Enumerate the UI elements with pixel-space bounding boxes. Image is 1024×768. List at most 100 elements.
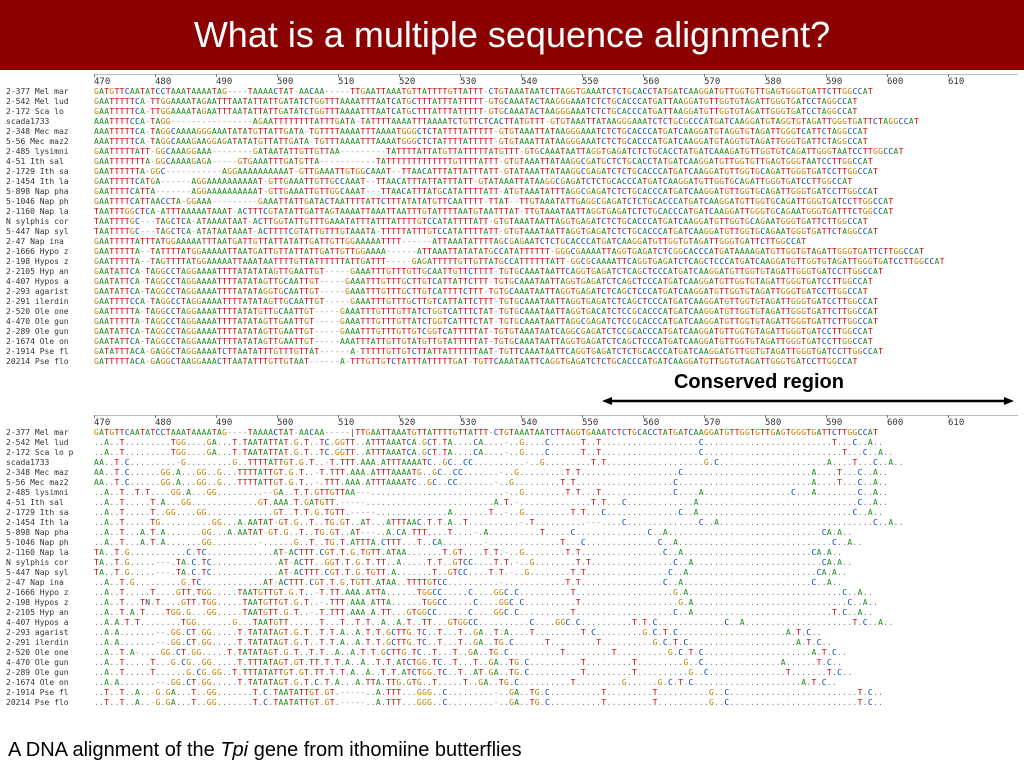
sequence-bases: GATGTTCAATATCCTAAATAAAATAG----TAAAACTAT-… xyxy=(94,87,1018,97)
sequence-row: 2-1674 Ole on..A.A.......--.GG.CT.GG....… xyxy=(6,678,1018,688)
ruler-top-2: 4704804905005105205305405505605705805906… xyxy=(94,415,1018,428)
sequence-row: 2-377 Mel marGATGTTCAATATCCTAAATAAAATAG-… xyxy=(6,428,1018,438)
sequence-row: 2-520 Ole oneGAATTTTTA-TAGGCCTAGGAAAATTT… xyxy=(6,307,1018,317)
sequence-label: 5-56 Mec maz2 xyxy=(6,478,94,488)
ruler-tick: 600 xyxy=(887,418,948,428)
sequence-label: 2-348 Mec maz xyxy=(6,468,94,478)
sequence-row: 2-198 Hypos zGAATTTTTA--TAGTTTTATGGAAAAA… xyxy=(6,257,1018,267)
sequence-label: 5-898 Nap pha xyxy=(6,528,94,538)
sequence-row: 2-1454 Ith la..A..T.....TG..........GG..… xyxy=(6,518,1018,528)
caption-text-suffix: gene from ithomiine butterflies xyxy=(248,739,521,761)
sequence-row: 2-485 lysimniGAATTTTTATT-GGCAAAGGAAA----… xyxy=(6,147,1018,157)
sequence-bases: AAATTTTTCA-TAGGCAAAAGGGAAATATATGTTATTGAT… xyxy=(94,127,1018,137)
sequence-label: 2-172 Sca lo xyxy=(6,107,94,117)
sequence-bases: ..A..T.....T.A...GG.............GT.AAA.T… xyxy=(94,498,1018,508)
sequence-row: N sylphis corTAATTTTGC---TAGCTCA-ATAAAAT… xyxy=(6,217,1018,227)
ruler-tick: 580 xyxy=(765,77,826,87)
ruler-tick: 540 xyxy=(521,418,582,428)
sequence-bases: AA..T.C.........-G.........G..TTTTATTGT.… xyxy=(94,458,1018,468)
sequence-bases: ..A.A.......--.GG.CT.GG.....T.TATATAGT.G… xyxy=(94,628,1018,638)
alignment-panel-1: 4704804905005105205305405505605705805906… xyxy=(0,70,1024,367)
sequence-label: 2-1674 Ole on xyxy=(6,678,94,688)
ruler-tick: 610 xyxy=(948,418,1009,428)
sequence-bases: GAATTTTCATTAACCTA-GGAAA---------GAAATTAT… xyxy=(94,197,1018,207)
sequence-bases: ..A.A.T.T........TGG.......G...TAATGTT..… xyxy=(94,618,1018,628)
sequence-label: 2-289 Ole gun xyxy=(6,327,94,337)
sequence-label: 2-348 Mec maz xyxy=(6,127,94,137)
sequence-bases: ..A.A.......--.GG.CT.GG.....T.TATATAGT.G… xyxy=(94,638,1018,648)
sequence-row: 2-293 agarist..A.A.......--.GG.CT.GG....… xyxy=(6,628,1018,638)
ruler-tick: 550 xyxy=(582,418,643,428)
ruler-top-1: 4704804905005105205305405505605705805906… xyxy=(94,74,1018,87)
sequence-bases: ..A..T.G.........G.TC............AT-ACTT… xyxy=(94,578,1018,588)
title-bar: What is a multiple sequence alignment? xyxy=(0,0,1024,70)
sequence-bases: AA..T.C......GG.A...GG..G...TTTTATTGT.G.… xyxy=(94,478,1018,488)
sequence-label: 2-1666 Hypo z xyxy=(6,247,94,257)
sequence-bases: AAATTTTTCA-TAGGCAAAGAAGGAGATATATGTTATTGA… xyxy=(94,137,1018,147)
sequence-bases: TA..T.G...........C.TC.............AT-AC… xyxy=(94,548,1018,558)
ruler-tick: 500 xyxy=(277,418,338,428)
sequence-bases: TAATTTGGCTCA-ATTTAAAAATAAAT-ACTTTCGTATAT… xyxy=(94,207,1018,217)
conserved-region-label: Conserved region xyxy=(674,371,844,394)
sequence-row: 4-470 Ole gunGAATTTTTA-TAGGCCTAGGAAAATTT… xyxy=(6,317,1018,327)
ruler-tick: 530 xyxy=(460,77,521,87)
sequence-label: 5-56 Mec maz2 xyxy=(6,137,94,147)
sequence-label: scada1733 xyxy=(6,117,94,127)
conserved-region-annotation: Conserved region xyxy=(0,371,1024,411)
sequence-label: 2-47 Nap ina xyxy=(6,578,94,588)
sequence-bases: GAATTTTCCA-TAGGCCTAGGAAAATTTTATATAGTTGCA… xyxy=(94,297,1018,307)
sequence-row: 2-47 Nap ina..A..T.G.........G.TC.......… xyxy=(6,578,1018,588)
sequence-bases: GAATATTCA-TAGGCCTAGGAAAATTTTATATAGGTGCAA… xyxy=(94,287,1018,297)
sequence-bases: GAATTTTTA-TAGGCCTAGGAAAATTTTATATGTTGCAAT… xyxy=(94,307,1018,317)
sequence-row: 2-1914 Pse flGATATTTACA-GAGGCTAGGAAAATCT… xyxy=(6,347,1018,357)
sequence-label: 2-1666 Hypo z xyxy=(6,588,94,598)
sequence-bases: TA..T.G.....---.TA.C.TC.............AT-A… xyxy=(94,568,1018,578)
sequence-row: 2-291 ilerdin..A.A.......--.GG.CT.GG....… xyxy=(6,638,1018,648)
sequence-row: 5-447 Nap sylTAATTTTGC---TAGCTCA-ATATAAT… xyxy=(6,227,1018,237)
sequence-label: 2-1914 Pse fl xyxy=(6,688,94,698)
sequence-bases: TAATTTTGC---TAGCTCA-ATATAATAAAT-ACTTTTCG… xyxy=(94,227,1018,237)
sequence-row: 2-1674 Ole onGAATATTCA-TAGGCCTAGGAAAATTT… xyxy=(6,337,1018,347)
sequence-row: 2-377 Mel marGATGTTCAATATCCTAAATAAAATAG-… xyxy=(6,87,1018,97)
sequence-label: 5-447 Nap syl xyxy=(6,227,94,237)
sequence-bases: GAATTTTTATT-GGCAAAGGAAA--------GATAATATT… xyxy=(94,147,1018,157)
sequence-label: 4-470 Ole gun xyxy=(6,658,94,668)
sequence-bases: ..A..T.A-....GG.CT.GG.....T.TATATAGT.G.T… xyxy=(94,648,1018,658)
sequence-bases: GAATTTTTA--TATTTTATGGAAAAATTAATGATTGTTAT… xyxy=(94,247,1018,257)
sequence-row: 2-2105 Hyp anGAATATTCA-TAGGCCTAGGAAAATTT… xyxy=(6,267,1018,277)
ruler-tick: 590 xyxy=(826,418,887,428)
sequence-bases: GAATTTTTCA-TTGGAAAATAGAATTTAATATTATTGATA… xyxy=(94,97,1018,107)
sequence-label: 2-293 agarist xyxy=(6,287,94,297)
sequence-label: 2-1454 Ith la xyxy=(6,518,94,528)
ruler-tick: 580 xyxy=(765,418,826,428)
sequence-label: 4-51 Ith sal xyxy=(6,498,94,508)
sequence-label: 2-377 Mel mar xyxy=(6,428,94,438)
sequence-bases: ..A..T..T.T....GG.A...GG.........--GA..T… xyxy=(94,488,1018,498)
sequence-bases: ..A..T.A.T....TGG.G...GG.....TAATGTT.G.T… xyxy=(94,608,1018,618)
sequence-bases: ..A..T.....T......G.CG.GG..T.TTTATATTGT.… xyxy=(94,668,1018,678)
sequence-label: 20214 Pse flo xyxy=(6,698,94,708)
sequence-label: 2-2105 Hyp an xyxy=(6,608,94,618)
sequence-label: 2-1729 Ith sa xyxy=(6,167,94,177)
sequence-bases: ..T..T..A..-G.GA...T..GG.......T.C.TAATA… xyxy=(94,698,1018,708)
sequence-label: 2-198 Hypos z xyxy=(6,257,94,267)
ruler-tick: 510 xyxy=(338,77,399,87)
sequence-label: 2-542 Mel lud xyxy=(6,438,94,448)
sequence-bases: ..A..T...TN.T....GTT.TGG.....TAATGTTGT.G… xyxy=(94,598,1018,608)
sequence-bases: GAATTTTTATTTATGGAAAAATTTAATGATTGTTATTATA… xyxy=(94,237,1018,247)
sequence-row: 2-542 Mel lud..A..T.........TGG....GA...… xyxy=(6,438,1018,448)
sequence-bases: GAATTTTTCA-TTGGAAAATAGAATTTAATATTATTGATA… xyxy=(94,107,1018,117)
sequence-row: 2-2105 Hyp an..A..T.A.T....TGG.G...GG...… xyxy=(6,608,1018,618)
sequence-row: 2-172 Sca loGAATTTTTCA-TTGGAAAATAGAATTTA… xyxy=(6,107,1018,117)
sequence-row: 2-289 Ole gun..A..T.....T......G.CG.GG..… xyxy=(6,668,1018,678)
ruler-tick: 480 xyxy=(155,418,216,428)
sequence-bases: GATATTTACA-GAGGCTAGGAAAATCTTAATATTTGTTTG… xyxy=(94,347,1018,357)
ruler-tick: 480 xyxy=(155,77,216,87)
sequence-label: 2-1160 Nap la xyxy=(6,548,94,558)
sequence-row: 5-56 Mec maz2AAATTTTTCA-TAGGCAAAGAAGGAGA… xyxy=(6,137,1018,147)
ruler-tick: 520 xyxy=(399,77,460,87)
sequence-label: 20214 Pse flo xyxy=(6,357,94,367)
sequence-row: scada1733AAATTTTCCA-TAGG----------------… xyxy=(6,117,1018,127)
sequence-label: 5-898 Nap pha xyxy=(6,187,94,197)
sequence-label: 5-1046 Nap ph xyxy=(6,538,94,548)
